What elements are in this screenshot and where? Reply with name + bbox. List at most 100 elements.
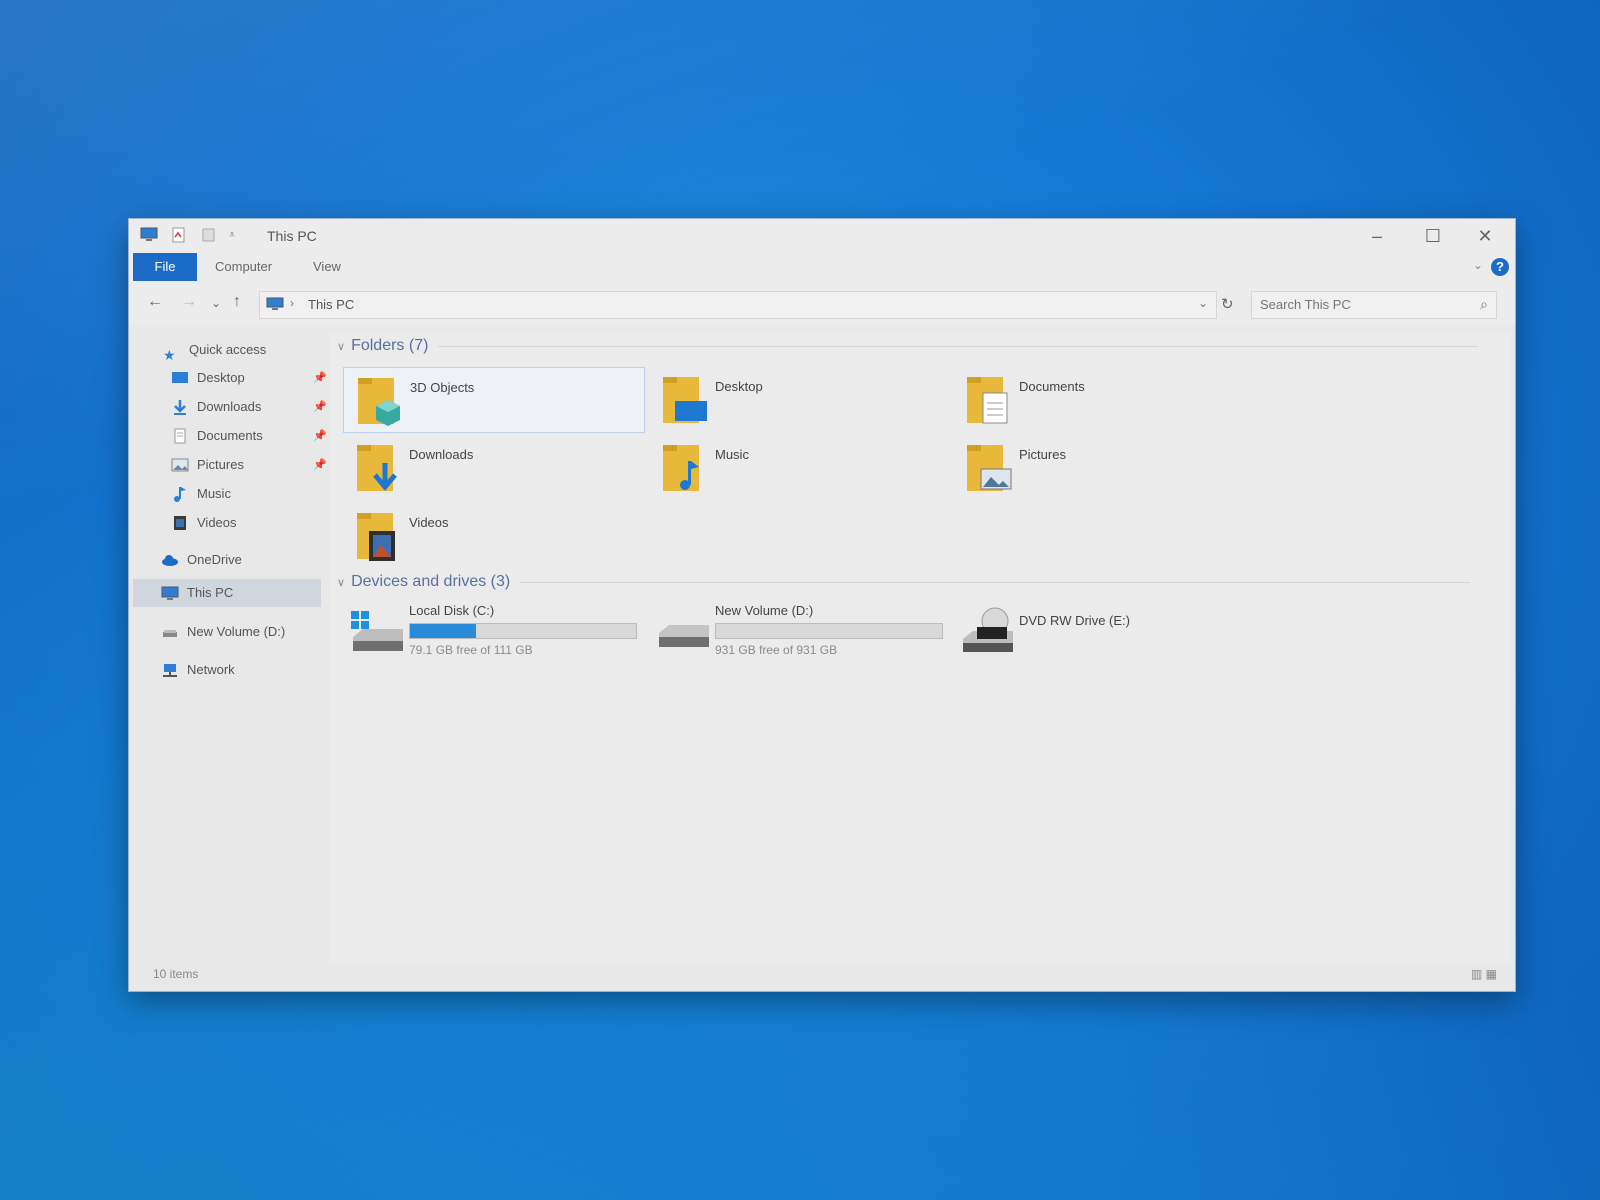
navigation-pane: ★ Quick access Desktop 📌 Downloads 📌 Doc… bbox=[133, 337, 327, 957]
drive-usage-fill bbox=[410, 624, 476, 638]
pin-icon[interactable]: 📌 bbox=[313, 365, 327, 391]
minimize-button[interactable]: – bbox=[1355, 223, 1399, 249]
folders-section-header[interactable]: ∨ Folders (7) bbox=[337, 337, 1479, 355]
address-bar[interactable]: › This PC ⌄ bbox=[259, 291, 1217, 319]
maximize-button[interactable]: ☐ bbox=[1411, 223, 1455, 249]
music-folder-icon bbox=[663, 445, 699, 491]
refresh-button[interactable]: ↻ bbox=[1221, 295, 1234, 313]
folder-music[interactable]: Music bbox=[649, 435, 949, 499]
sidebar-item-label: Network bbox=[187, 662, 235, 677]
3d-objects-folder-icon bbox=[358, 378, 400, 426]
drives-section-header[interactable]: ∨ Devices and drives (3) bbox=[337, 573, 1471, 591]
quick-access-toolbar: ⩡ bbox=[139, 225, 235, 245]
folder-name: Videos bbox=[409, 515, 449, 530]
folder-name: Downloads bbox=[409, 447, 474, 462]
section-title: Folders (7) bbox=[351, 337, 429, 354]
sidebar-item-downloads[interactable]: Downloads 📌 bbox=[171, 394, 327, 420]
drive-dvd-rw-e[interactable]: DVD RW Drive (E:) bbox=[953, 601, 1253, 663]
sidebar-item-label: Music bbox=[197, 486, 231, 501]
title-bar: ⩡ This PC – ☐ ✕ bbox=[129, 219, 1515, 253]
hard-drive-icon bbox=[659, 625, 709, 647]
tab-computer[interactable]: Computer bbox=[203, 253, 284, 281]
sidebar-item-label: Documents bbox=[197, 428, 263, 443]
sidebar-item-label: Desktop bbox=[197, 370, 245, 385]
this-pc-icon[interactable] bbox=[139, 227, 159, 243]
video-icon bbox=[174, 516, 186, 530]
pin-icon[interactable]: 📌 bbox=[313, 394, 327, 420]
cloud-icon bbox=[162, 555, 178, 566]
forward-button[interactable]: → bbox=[181, 293, 197, 311]
sidebar-item-pictures[interactable]: Pictures 📌 bbox=[171, 452, 327, 478]
sidebar-item-new-volume[interactable]: New Volume (D:) bbox=[161, 619, 285, 645]
sidebar-item-label: Pictures bbox=[197, 457, 244, 472]
content-pane: ∨ Folders (7) 3D Objects Desktop Documen… bbox=[329, 333, 1509, 963]
search-box[interactable]: ⌕ bbox=[1251, 291, 1497, 319]
document-icon bbox=[174, 428, 186, 444]
network-icon bbox=[163, 664, 177, 677]
sidebar-item-music[interactable]: Music bbox=[171, 481, 231, 507]
recent-locations-button[interactable]: ⌄ bbox=[211, 296, 221, 310]
folder-desktop[interactable]: Desktop bbox=[649, 367, 949, 431]
close-button[interactable]: ✕ bbox=[1463, 223, 1507, 249]
chevron-down-icon[interactable]: ∨ bbox=[337, 340, 345, 353]
drive-free-space: 79.1 GB free of 111 GB bbox=[409, 643, 533, 657]
this-pc-icon bbox=[161, 586, 179, 600]
drive-local-disk-c[interactable]: Local Disk (C:) 79.1 GB free of 111 GB bbox=[343, 601, 643, 663]
tab-view[interactable]: View bbox=[301, 253, 353, 281]
sidebar-item-this-pc[interactable]: This PC bbox=[161, 580, 233, 606]
picture-icon bbox=[171, 458, 189, 472]
music-note-icon bbox=[174, 487, 186, 502]
status-bar: 10 items ▥ ▦ bbox=[129, 961, 1515, 991]
drive-new-volume-d[interactable]: New Volume (D:) 931 GB free of 931 GB bbox=[649, 601, 949, 663]
sidebar-item-videos[interactable]: Videos bbox=[171, 510, 237, 536]
back-button[interactable]: ← bbox=[147, 293, 163, 311]
new-folder-icon[interactable] bbox=[199, 227, 219, 243]
drive-name: New Volume (D:) bbox=[715, 603, 814, 618]
tab-file[interactable]: File bbox=[133, 253, 197, 281]
drive-name: DVD RW Drive (E:) bbox=[1019, 613, 1130, 628]
folder-3d-objects[interactable]: 3D Objects bbox=[343, 367, 645, 433]
sidebar-item-label: New Volume (D:) bbox=[187, 624, 286, 639]
folder-documents[interactable]: Documents bbox=[953, 367, 1253, 431]
ribbon: File Computer View ⌄ ? bbox=[129, 253, 1515, 284]
up-button[interactable]: ↑ bbox=[233, 293, 241, 311]
customize-toolbar-icon[interactable]: ⩡ bbox=[229, 229, 235, 242]
view-toggle-icons[interactable]: ▥ ▦ bbox=[1471, 967, 1497, 981]
dvd-drive-icon bbox=[963, 607, 1013, 652]
file-explorer-window: ⩡ This PC – ☐ ✕ File Computer View ⌄ ? ←… bbox=[128, 218, 1516, 992]
folder-pictures[interactable]: Pictures bbox=[953, 435, 1253, 499]
folder-name: Desktop bbox=[715, 379, 763, 394]
breadcrumb-this-pc[interactable]: This PC bbox=[308, 297, 354, 312]
sidebar-item-label: Downloads bbox=[197, 399, 262, 414]
expand-ribbon-icon[interactable]: ⌄ bbox=[1473, 258, 1483, 272]
folder-name: Documents bbox=[1019, 379, 1085, 394]
pictures-folder-icon bbox=[967, 445, 1012, 491]
drive-icon bbox=[163, 630, 177, 637]
folder-downloads[interactable]: Downloads bbox=[343, 435, 643, 499]
sidebar-item-label: OneDrive bbox=[187, 552, 242, 567]
search-icon[interactable]: ⌕ bbox=[1480, 296, 1488, 313]
window-title: This PC bbox=[267, 228, 317, 244]
search-input[interactable] bbox=[1258, 296, 1462, 313]
properties-icon[interactable] bbox=[169, 227, 189, 243]
pin-icon[interactable]: 📌 bbox=[313, 423, 327, 449]
windows-drive-icon bbox=[351, 611, 403, 651]
download-arrow-icon bbox=[174, 400, 186, 415]
sidebar-item-label: This PC bbox=[187, 585, 234, 600]
sidebar-item-quick-access[interactable]: ★ Quick access bbox=[163, 337, 266, 363]
chevron-down-icon[interactable]: ∨ bbox=[337, 576, 345, 589]
folder-videos[interactable]: Videos bbox=[343, 503, 643, 567]
sidebar-item-desktop[interactable]: Desktop 📌 bbox=[171, 365, 327, 391]
item-count: 10 items bbox=[153, 967, 199, 981]
help-icon[interactable]: ? bbox=[1491, 258, 1509, 276]
sidebar-item-onedrive[interactable]: OneDrive bbox=[161, 547, 242, 573]
drive-usage-bar bbox=[715, 623, 943, 639]
address-dropdown-icon[interactable]: ⌄ bbox=[1198, 296, 1208, 310]
pin-icon[interactable]: 📌 bbox=[313, 452, 327, 478]
star-icon: ★ bbox=[163, 347, 176, 363]
section-title: Devices and drives (3) bbox=[351, 573, 511, 590]
folder-name: 3D Objects bbox=[410, 380, 475, 395]
sidebar-item-label: Videos bbox=[197, 515, 237, 530]
sidebar-item-documents[interactable]: Documents 📌 bbox=[171, 423, 327, 449]
sidebar-item-network[interactable]: Network bbox=[161, 657, 235, 683]
